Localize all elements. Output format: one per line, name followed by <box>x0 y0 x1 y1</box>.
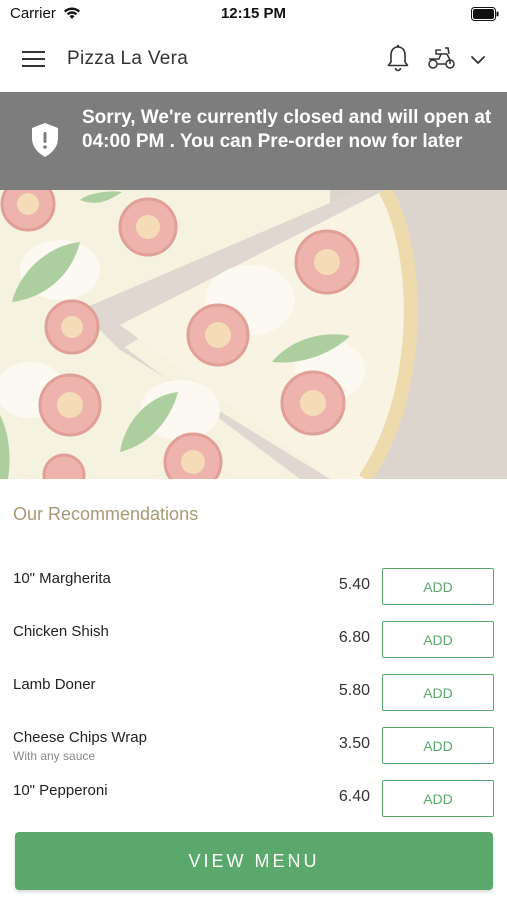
list-item: Lamb Doner 5.80 ADD <box>0 674 507 726</box>
item-name: 10" Margherita <box>13 570 111 587</box>
item-price: 5.80 <box>338 682 370 699</box>
add-button[interactable]: ADD <box>382 621 494 658</box>
item-price: 5.40 <box>338 576 370 593</box>
list-item: Cheese Chips Wrap With any sauce 3.50 AD… <box>0 727 507 779</box>
item-price: 6.40 <box>338 788 370 805</box>
closed-banner: Sorry, We're currently closed and will o… <box>0 92 507 190</box>
hero-pizza-image <box>0 190 507 479</box>
item-subtitle: With any sauce <box>13 749 96 763</box>
delivery-scooter-icon[interactable] <box>427 46 457 75</box>
recommendations-title: Our Recommendations <box>13 504 199 524</box>
restaurant-title: Pizza La Vera <box>67 48 189 69</box>
shield-alert-icon <box>31 122 59 163</box>
add-button[interactable]: ADD <box>382 568 494 605</box>
view-menu-button[interactable]: VIEW MENU <box>15 832 493 890</box>
menu-icon[interactable] <box>22 48 46 70</box>
list-item: 10" Margherita 5.40 ADD <box>0 568 507 620</box>
item-name: Lamb Doner <box>13 676 96 693</box>
chevron-down-icon[interactable] <box>470 52 486 70</box>
item-name: Chicken Shish <box>13 623 109 640</box>
app-header: Pizza La Vera <box>0 28 507 92</box>
add-button[interactable]: ADD <box>382 780 494 817</box>
add-button[interactable]: ADD <box>382 674 494 711</box>
closed-message: Sorry, We're currently closed and will o… <box>82 107 492 152</box>
item-name: 10" Pepperoni <box>13 782 108 799</box>
item-price: 3.50 <box>338 735 370 752</box>
bell-icon[interactable] <box>386 44 410 77</box>
list-item: 10" Pepperoni 6.40 ADD <box>0 780 507 832</box>
battery-icon <box>471 7 499 26</box>
add-button[interactable]: ADD <box>382 727 494 764</box>
list-item: Chicken Shish 6.80 ADD <box>0 621 507 673</box>
clock: 12:15 PM <box>220 5 287 22</box>
status-bar: Carrier 12:15 PM <box>0 0 507 28</box>
item-price: 6.80 <box>338 629 370 646</box>
item-name: Cheese Chips Wrap <box>13 729 147 746</box>
